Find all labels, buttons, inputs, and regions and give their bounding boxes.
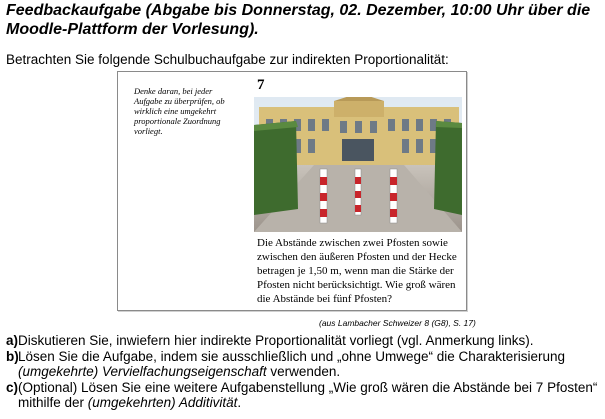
textbook-figure: Denke daran, bei jeder Aufgabe zu überpr… [117, 71, 467, 311]
margin-note: Denke daran, bei jeder Aufgabe zu überpr… [134, 86, 225, 136]
task-list: a) Diskutieren Sie, inwiefern hier indir… [6, 333, 602, 411]
item-text: Lösen Sie die Aufgabe, indem sie ausschl… [18, 349, 602, 380]
task-text: Die Abstände zwischen zwei Pfosten sowie… [257, 237, 457, 305]
item-text-part: verwenden. [266, 364, 341, 379]
item-text-part: . [237, 395, 242, 410]
item-text: Diskutieren Sie, inwiefern hier indirekt… [18, 333, 534, 348]
item-label: a) [6, 333, 19, 348]
task-number: 7 [257, 77, 265, 93]
list-item: a) Diskutieren Sie, inwiefern hier indir… [6, 333, 602, 349]
item-label: b) [6, 348, 19, 364]
item-text-part: Lösen Sie die Aufgabe, indem sie ausschl… [18, 348, 566, 364]
list-item: c) (Optional) Lösen Sie eine weitere Auf… [6, 380, 602, 411]
item-emphasis: (umgekehrte) Vervielfachungseigenschaft [18, 364, 267, 379]
intro-text: Betrachten Sie folgende Schulbuchaufgabe… [6, 52, 449, 67]
list-item: b) Lösen Sie die Aufgabe, indem sie auss… [6, 349, 602, 380]
item-emphasis: (umgekehrten) Additivität [87, 395, 238, 410]
item-label: c) [6, 379, 19, 395]
item-text: (Optional) Lösen Sie eine weitere Aufgab… [18, 380, 602, 411]
palace-photo [254, 97, 462, 232]
page-title: Feedbackaufgabe (Abgabe bis Donnerstag, … [6, 2, 591, 38]
source-citation: (aus Lambacher Schweizer 8 (G8), S. 17) [319, 318, 476, 328]
